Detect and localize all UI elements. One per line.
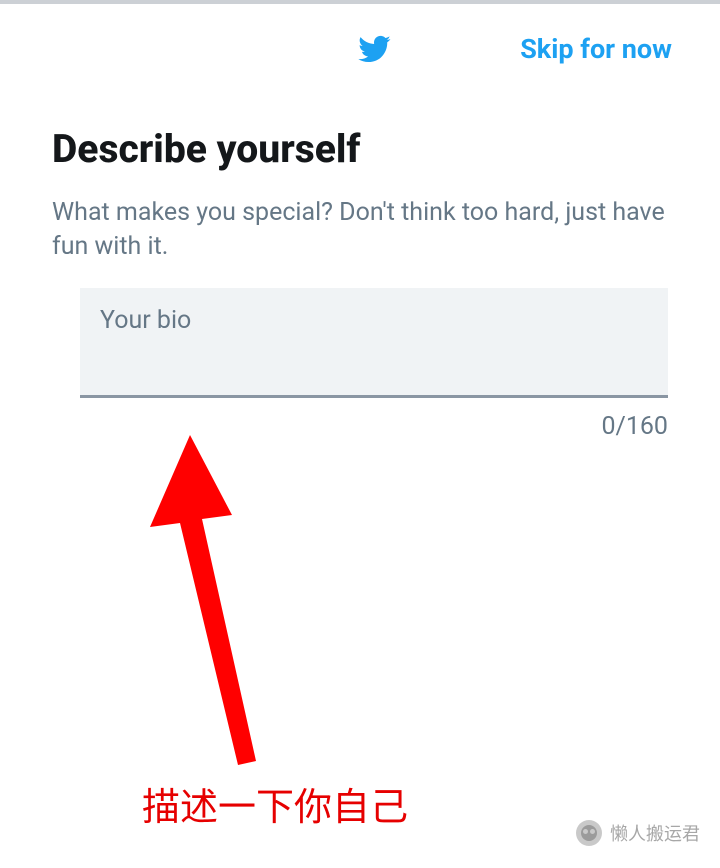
annotation-arrow-icon: [138, 435, 288, 765]
bio-placeholder: Your bio: [100, 306, 191, 335]
character-counter: 0/160: [80, 398, 668, 441]
watermark: 懒人搬运君: [576, 820, 700, 846]
main-content: Describe yourself What makes you special…: [0, 86, 720, 441]
wechat-icon: [576, 820, 602, 846]
header: Skip for now: [0, 4, 720, 86]
page-title: Describe yourself: [52, 126, 668, 172]
skip-for-now-link[interactable]: Skip for now: [520, 33, 672, 65]
watermark-label: 懒人搬运君: [610, 820, 700, 846]
page-subtitle: What makes you special? Don't think too …: [52, 196, 668, 264]
twitter-bird-icon: [354, 32, 394, 66]
annotation-label: 描述一下你自己: [142, 776, 408, 831]
bio-textarea[interactable]: Your bio: [80, 288, 668, 398]
